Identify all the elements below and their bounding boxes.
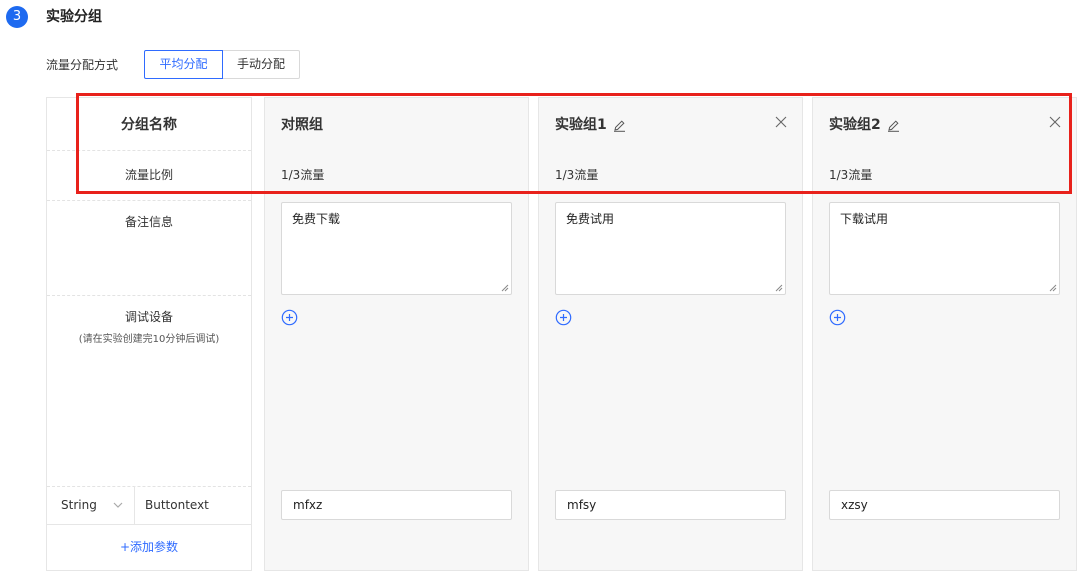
plus-circle-icon[interactable] xyxy=(555,309,572,326)
experiment-group-section: 3 实验分组 流量分配方式 平均分配 手动分配 分组名称 流量比例 备注信息 调… xyxy=(0,0,1080,577)
group-title: 对照组 xyxy=(281,115,323,135)
resize-handle-icon[interactable] xyxy=(501,284,509,292)
remark-text: 下载试用 xyxy=(840,212,889,226)
chevron-down-icon xyxy=(113,486,123,541)
traffic-ratio-label: 流量比例 xyxy=(124,168,173,182)
group-name: 实验组2 xyxy=(829,117,881,133)
section-title: 实验分组 xyxy=(46,9,102,25)
row-divider xyxy=(47,200,251,201)
group-name: 实验组1 xyxy=(555,117,607,133)
row-divider xyxy=(47,295,251,296)
pencil-icon[interactable] xyxy=(887,119,900,132)
group-traffic-ratio: 1/3流量 xyxy=(829,168,873,182)
group-card-control: 对照组 1/3流量 免费下载 mfxz xyxy=(264,97,529,571)
param-type-select[interactable]: String xyxy=(47,486,135,524)
close-icon[interactable] xyxy=(775,116,787,128)
param-value-input[interactable]: mfxz xyxy=(281,490,512,520)
group-title: 实验组1 xyxy=(555,115,626,135)
plus-circle-icon[interactable] xyxy=(281,309,298,326)
group-title: 实验组2 xyxy=(829,115,900,135)
traffic-distribution-label: 流量分配方式 xyxy=(46,58,119,72)
group-name: 对照组 xyxy=(281,117,323,133)
remark-textarea[interactable]: 免费试用 xyxy=(555,202,786,295)
row-divider xyxy=(47,150,251,151)
manual-distribution-button[interactable]: 手动分配 xyxy=(222,50,300,79)
group-traffic-ratio: 1/3流量 xyxy=(555,168,599,182)
remark-textarea[interactable]: 免费下载 xyxy=(281,202,512,295)
remark-label: 备注信息 xyxy=(124,215,173,229)
remark-textarea[interactable]: 下载试用 xyxy=(829,202,1060,295)
label-column: 分组名称 流量比例 备注信息 调试设备 (请在实验创建完10分钟后调试) Str… xyxy=(46,97,252,571)
debug-device-label: 调试设备 xyxy=(124,310,173,324)
add-param-button[interactable]: +添加参数 xyxy=(47,538,251,556)
pencil-icon[interactable] xyxy=(613,119,626,132)
param-value-input[interactable]: mfsy xyxy=(555,490,786,520)
step-number-badge: 3 xyxy=(6,6,28,28)
close-icon[interactable] xyxy=(1049,116,1061,128)
remark-text: 免费下载 xyxy=(292,212,341,226)
param-type-value: String xyxy=(61,498,97,512)
group-card-experiment-1: 实验组1 1/3流量 免费试用 mfsy xyxy=(538,97,803,571)
even-distribution-button[interactable]: 平均分配 xyxy=(144,50,223,79)
remark-text: 免费试用 xyxy=(566,212,615,226)
group-name-label: 分组名称 xyxy=(121,117,177,133)
param-value-input[interactable]: xzsy xyxy=(829,490,1060,520)
group-traffic-ratio: 1/3流量 xyxy=(281,168,325,182)
group-card-experiment-2: 实验组2 1/3流量 下载试用 xzsy xyxy=(812,97,1077,571)
debug-device-hint: (请在实验创建完10分钟后调试) xyxy=(78,334,220,345)
resize-handle-icon[interactable] xyxy=(775,284,783,292)
param-name: Buttontext xyxy=(145,498,209,512)
row-divider xyxy=(47,524,251,525)
resize-handle-icon[interactable] xyxy=(1049,284,1057,292)
plus-circle-icon[interactable] xyxy=(829,309,846,326)
